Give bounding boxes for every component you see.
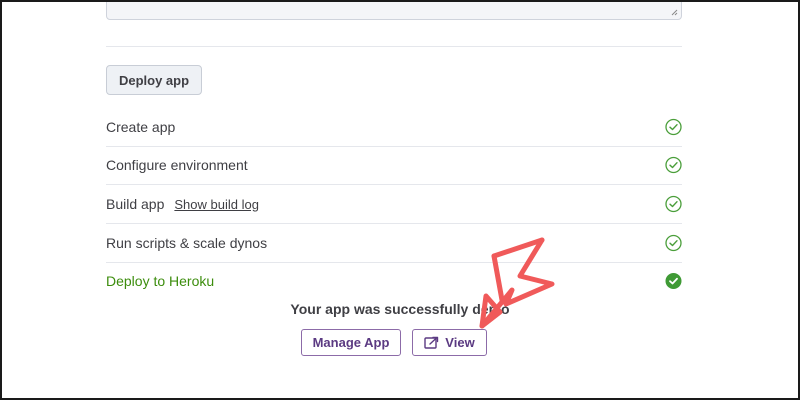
show-build-log-link[interactable]: Show build log	[174, 197, 259, 212]
step-configure-environment: Configure environment	[106, 146, 682, 185]
check-circle-icon	[665, 234, 682, 252]
step-deploy-to-heroku: Deploy to Heroku	[106, 262, 682, 300]
success-message: Your app was successfully deplo	[290, 301, 510, 317]
check-circle-icon	[665, 156, 682, 174]
step-build-app: Build app Show build log	[106, 185, 682, 224]
external-link-icon	[424, 336, 439, 349]
check-circle-filled-icon	[665, 273, 682, 289]
annotation-arrow-icon	[479, 237, 555, 329]
step-label: Run scripts & scale dynos	[106, 235, 268, 251]
step-create-app: Create app	[106, 108, 682, 147]
step-run-scripts: Run scripts & scale dynos	[106, 224, 682, 263]
step-label: Configure environment	[106, 157, 248, 173]
step-label: Create app	[106, 119, 176, 135]
config-textarea[interactable]	[106, 0, 682, 20]
check-circle-icon	[665, 118, 682, 136]
manage-app-button[interactable]: Manage App	[301, 329, 401, 356]
check-circle-icon	[665, 195, 682, 213]
step-label: Deploy to Heroku	[106, 273, 215, 289]
step-label: Build app	[106, 196, 165, 212]
section-divider	[106, 46, 682, 47]
deploy-app-button[interactable]: Deploy app	[106, 65, 202, 95]
resize-handle-icon[interactable]	[671, 9, 678, 16]
